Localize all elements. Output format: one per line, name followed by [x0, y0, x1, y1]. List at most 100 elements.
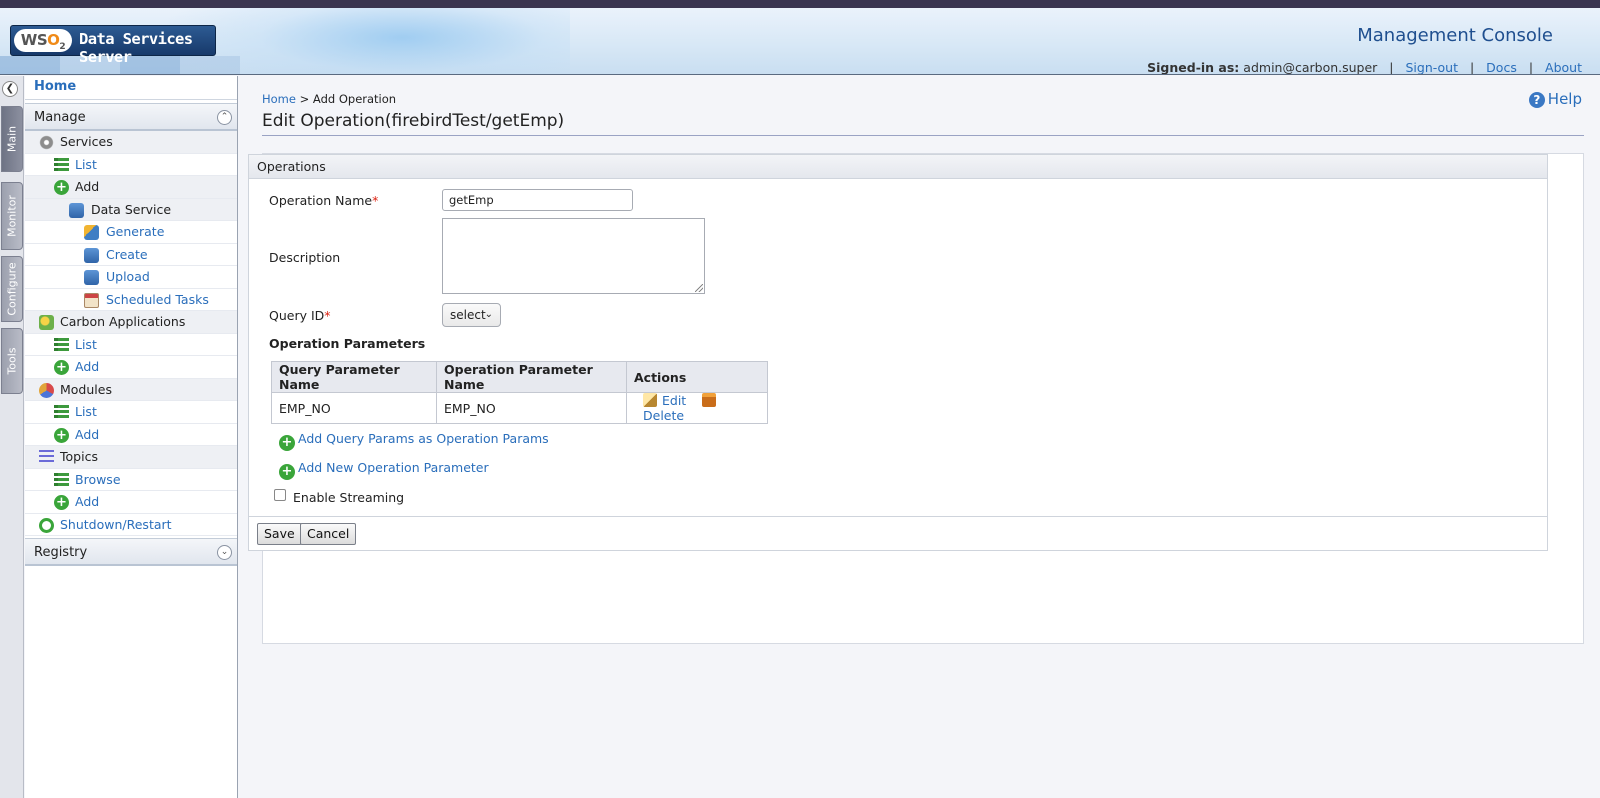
operation-parameters-heading: Operation Parameters [269, 336, 426, 351]
wso2-logo-badge: WSO2 [14, 29, 72, 52]
topics-icon [39, 450, 54, 465]
main-content: Home > Add Operation ? Help Edit Operatio… [238, 76, 1600, 798]
tab-main[interactable]: Main [1, 106, 23, 172]
collapse-menu-icon[interactable]: ❮ [2, 81, 18, 97]
expand-section-icon[interactable]: ⌄ [217, 545, 232, 560]
tab-configure[interactable]: Configure [1, 256, 23, 322]
sidebar-item-modules: Modules [25, 378, 237, 401]
separator: | [1528, 60, 1534, 75]
table-row: EMP_NO EMP_NO Edit Delete [271, 392, 768, 424]
signed-in-label: Signed-in as: [1147, 60, 1240, 75]
about-link[interactable]: About [1545, 60, 1582, 74]
product-logo[interactable]: WSO2 Data Services Server [10, 25, 216, 66]
column-header: Operation Parameter Name [436, 361, 627, 393]
sidebar-item-carbon-applications: Carbon Applications [25, 311, 237, 334]
sidebar-item-services-add: + Add [25, 176, 237, 199]
add-new-operation-parameter-link[interactable]: + Add New Operation Parameter [279, 460, 489, 480]
list-icon [54, 472, 69, 488]
help-link[interactable]: ? Help [1528, 90, 1582, 108]
section-label: Manage [34, 110, 86, 125]
breadcrumb-separator: > [299, 92, 310, 106]
sidebar-item-topics: Topics [25, 446, 237, 469]
breadcrumb-current: Add Operation [312, 92, 397, 106]
sidebar-item-topics-browse[interactable]: Browse [25, 469, 237, 491]
list-icon [54, 405, 69, 420]
page-title: Edit Operation(firebirdTest/getEmp) [262, 111, 1584, 136]
cancel-button[interactable]: Cancel [300, 523, 357, 545]
breadcrumb-home[interactable]: Home [262, 92, 296, 106]
enable-streaming-label: Enable Streaming [293, 490, 405, 505]
sidebar-item-upload[interactable]: Upload [25, 266, 237, 289]
sign-out-link[interactable]: Sign-out [1406, 60, 1458, 74]
list-icon [54, 337, 69, 353]
sidebar-item-services: Services [25, 131, 237, 154]
add-icon: + [54, 427, 69, 443]
list-icon [54, 157, 69, 173]
sidebar-section-manage[interactable]: Manage ⌃ [25, 103, 237, 131]
collapse-section-icon[interactable]: ⌃ [217, 110, 232, 125]
query-parameter-cell: EMP_NO [271, 392, 437, 424]
operations-form: Operations Operation Name* Description Q… [248, 154, 1548, 551]
enable-streaming-checkbox[interactable] [274, 489, 286, 501]
sidebar-section-registry[interactable]: Registry ⌄ [25, 538, 237, 566]
form-header: Operations [249, 155, 1547, 179]
sidebar-item-shutdown-restart[interactable]: Shutdown/Restart [25, 514, 237, 536]
vertical-tab-strip: ❮ Main Monitor Configure Tools [0, 76, 24, 798]
description-textarea[interactable] [442, 218, 705, 294]
column-header: Actions [626, 361, 768, 393]
sidebar-item-generate[interactable]: Generate [25, 221, 237, 244]
sidebar-item-create[interactable]: Create [25, 244, 237, 266]
gear-icon [39, 135, 54, 150]
operation-parameter-cell: EMP_NO [436, 392, 627, 424]
chevron-down-icon: ⌄ [484, 309, 493, 320]
app-header: WSO2 Data Services Server Management Con… [0, 8, 1600, 75]
console-title: Management Console [1357, 25, 1553, 46]
query-id-select[interactable]: select ⌄ [442, 303, 501, 327]
sidebar-item-scheduled-tasks[interactable]: Scheduled Tasks [25, 289, 237, 311]
sidebar-home-link[interactable]: Home [25, 76, 237, 100]
table-header-row: Query Parameter Name Operation Parameter… [271, 361, 768, 393]
modules-icon [39, 382, 54, 398]
add-icon: + [279, 435, 295, 451]
sidebar-item-capp-add[interactable]: + Add [25, 356, 237, 379]
product-name: Data Services Server [79, 30, 193, 66]
create-icon [84, 247, 99, 263]
signed-in-user: admin@carbon.super [1243, 60, 1378, 75]
section-label: Registry [34, 545, 88, 560]
operation-name-label: Operation Name* [269, 193, 379, 208]
add-query-params-link[interactable]: + Add Query Params as Operation Params [279, 431, 549, 451]
sidebar-item-services-list[interactable]: List [25, 154, 237, 176]
actions-cell: Edit Delete [626, 392, 768, 424]
form-actions: Save Cancel [249, 516, 1547, 550]
query-id-label: Query ID* [269, 308, 331, 323]
tab-monitor[interactable]: Monitor [1, 182, 23, 250]
sidebar-item-modules-list[interactable]: List [25, 401, 237, 424]
save-button[interactable]: Save [257, 523, 302, 545]
sidebar-item-modules-add[interactable]: + Add [25, 424, 237, 446]
separator: | [1469, 60, 1475, 75]
add-icon: + [279, 464, 295, 480]
separator: | [1389, 60, 1394, 75]
add-icon: + [54, 360, 69, 375]
trash-icon [702, 393, 717, 407]
breadcrumb: Home > Add Operation [262, 92, 396, 106]
operation-parameters-table: Query Parameter Name Operation Parameter… [271, 361, 768, 424]
calendar-icon [84, 292, 99, 308]
sidebar-item-topics-add[interactable]: + Add [25, 491, 237, 514]
tab-tools[interactable]: Tools [1, 328, 23, 394]
power-icon [39, 517, 54, 533]
generate-icon [84, 225, 99, 240]
sidebar-item-capp-list[interactable]: List [25, 334, 237, 356]
edit-parameter-link[interactable]: Edit [643, 393, 686, 408]
upload-icon [84, 270, 99, 285]
add-icon: + [54, 180, 69, 195]
top-strip [0, 0, 1600, 8]
sidebar: Home Manage ⌃ Services List + Add Data S… [25, 76, 238, 798]
database-icon [69, 202, 84, 218]
docs-link[interactable]: Docs [1486, 60, 1517, 74]
operation-name-input[interactable] [442, 189, 633, 211]
carbon-app-icon [39, 315, 54, 330]
description-label: Description [269, 250, 341, 265]
help-icon: ? [1528, 92, 1545, 108]
column-header: Query Parameter Name [271, 361, 437, 393]
